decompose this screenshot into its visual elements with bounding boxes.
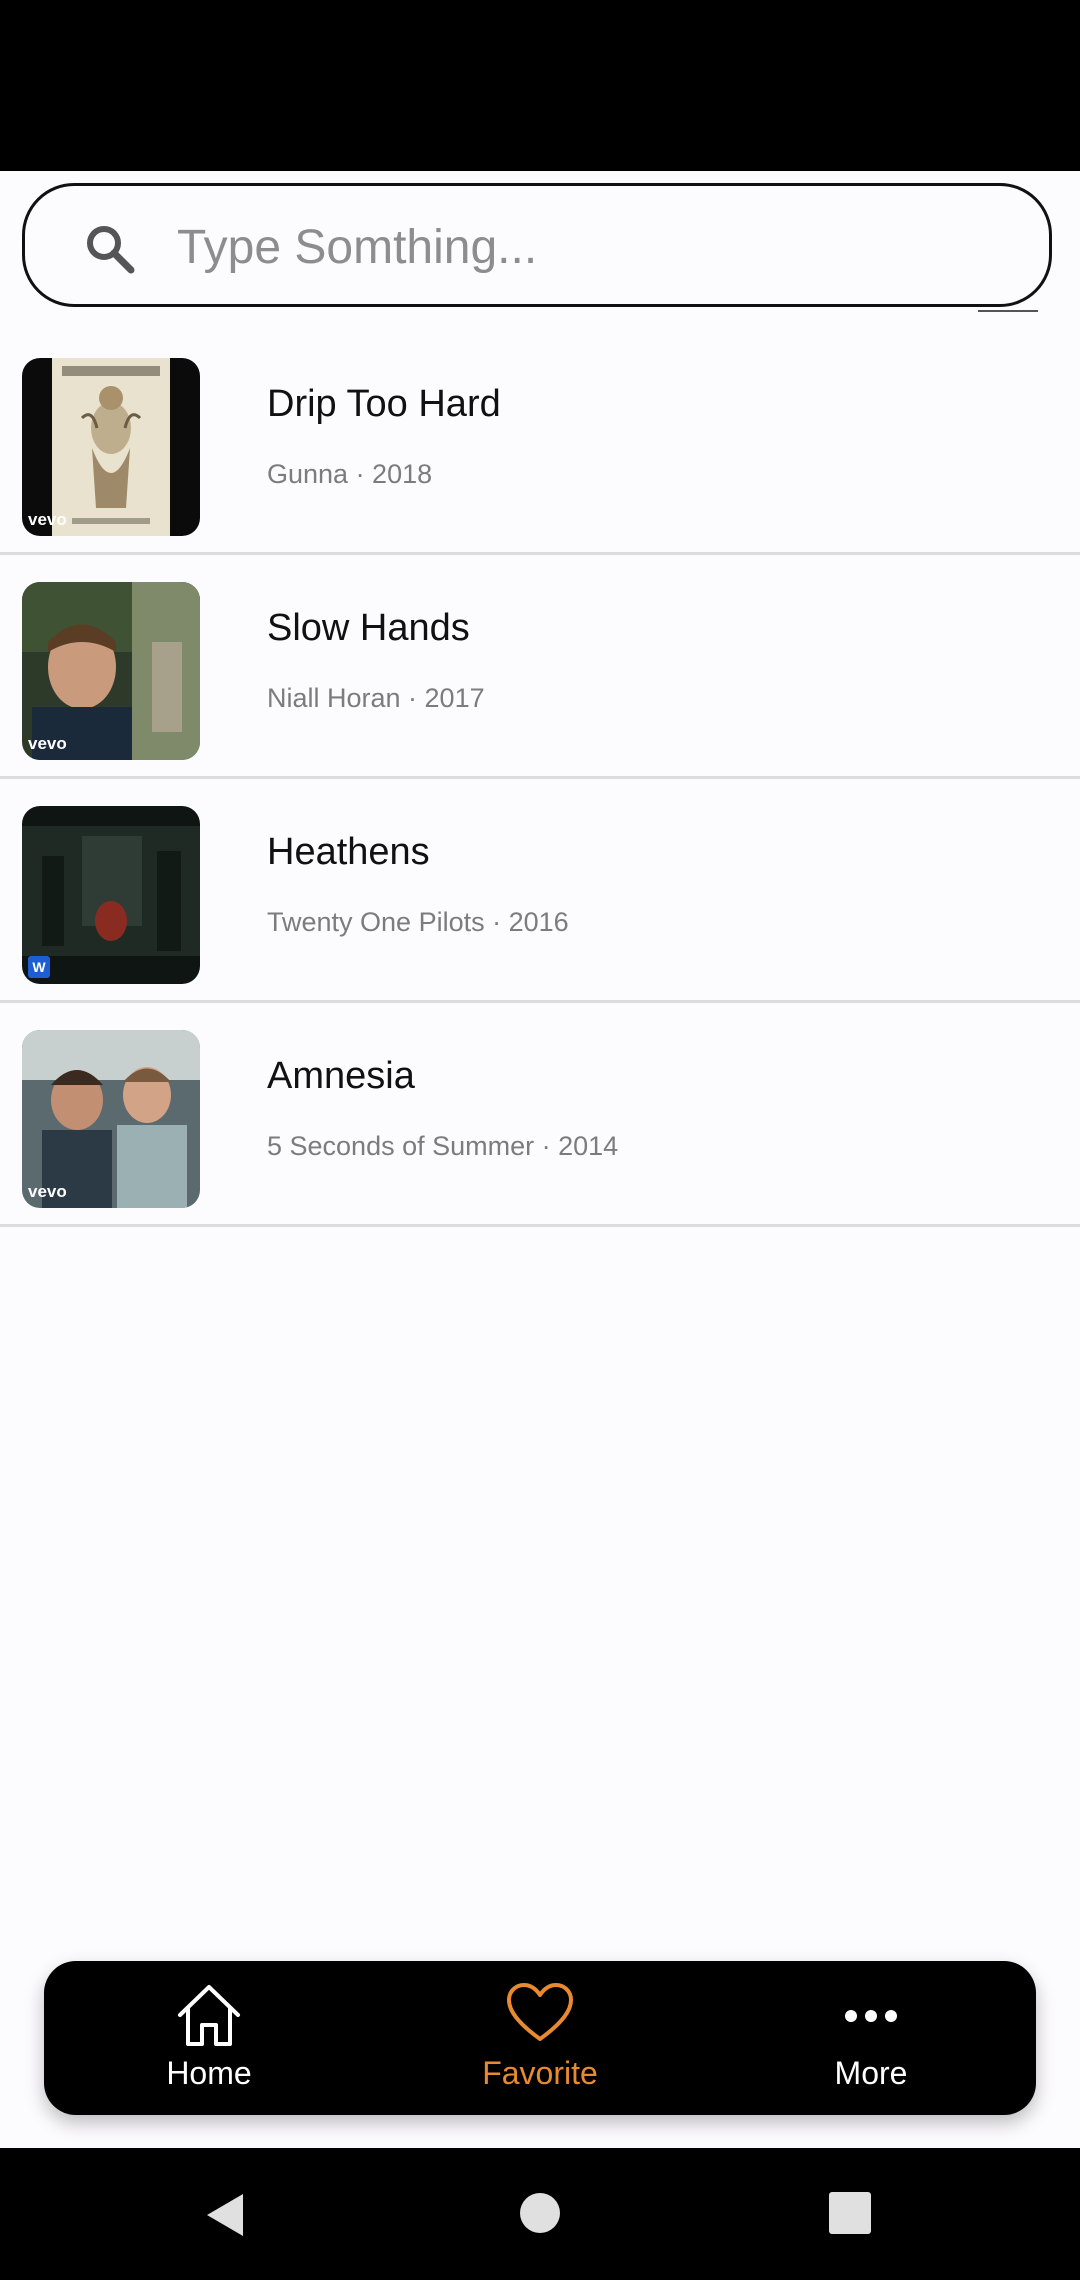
song-thumbnail: vevo (22, 582, 200, 760)
search-underline (978, 310, 1038, 312)
song-list-item[interactable]: vevo Slow Hands Niall Horan · 2017 (0, 555, 1080, 779)
search-bar[interactable] (22, 183, 1052, 307)
song-artist-year: 5 Seconds of Summer · 2014 (267, 1131, 619, 1161)
song-artist-year: Gunna · 2018 (267, 459, 433, 489)
warner-logo: W (28, 956, 50, 978)
system-navigation-bar (0, 2148, 1080, 2280)
song-title: Drip Too Hard (267, 383, 501, 425)
nav-label-more: More (834, 2055, 908, 2091)
song-thumbnail: vevo (22, 1030, 200, 1208)
search-input[interactable] (175, 206, 1019, 288)
song-thumbnail: vevo (22, 358, 200, 536)
more-icon (845, 2010, 897, 2022)
song-list-item[interactable]: vevo Drip Too Hard Gunna · 2018 (0, 331, 1080, 555)
status-bar (0, 0, 1080, 171)
vevo-logo: vevo (28, 510, 67, 529)
song-list-item[interactable]: W Heathens Twenty One Pilots · 2016 (0, 779, 1080, 1003)
bottom-navigation-bar: Home Favorite More (44, 1961, 1036, 2115)
recents-icon[interactable] (829, 2192, 871, 2234)
song-list: vevo Drip Too Hard Gunna · 2018 vevo Slo… (0, 331, 1080, 1227)
song-artist-year: Twenty One Pilots · 2016 (267, 907, 569, 937)
heart-icon (507, 1983, 573, 2041)
search-icon (87, 226, 135, 274)
search-area (0, 171, 1080, 331)
song-list-item[interactable]: vevo Amnesia 5 Seconds of Summer · 2014 (0, 1003, 1080, 1227)
song-title: Heathens (267, 831, 430, 873)
nav-item-favorite[interactable]: Favorite (375, 1961, 705, 2115)
back-icon[interactable] (203, 2190, 247, 2240)
song-thumbnail: W (22, 806, 200, 984)
song-title: Slow Hands (267, 607, 470, 649)
vevo-logo: vevo (28, 1182, 67, 1201)
home-circle-icon[interactable] (518, 2191, 562, 2235)
nav-item-more[interactable]: More (706, 1961, 1036, 2115)
song-artist-year: Niall Horan · 2017 (267, 683, 485, 713)
song-title: Amnesia (267, 1055, 415, 1097)
vevo-logo: vevo (28, 734, 67, 753)
home-icon (178, 1985, 240, 2046)
nav-item-home[interactable]: Home (44, 1961, 374, 2115)
nav-label-home: Home (166, 2055, 252, 2091)
nav-label-favorite: Favorite (482, 2055, 598, 2091)
